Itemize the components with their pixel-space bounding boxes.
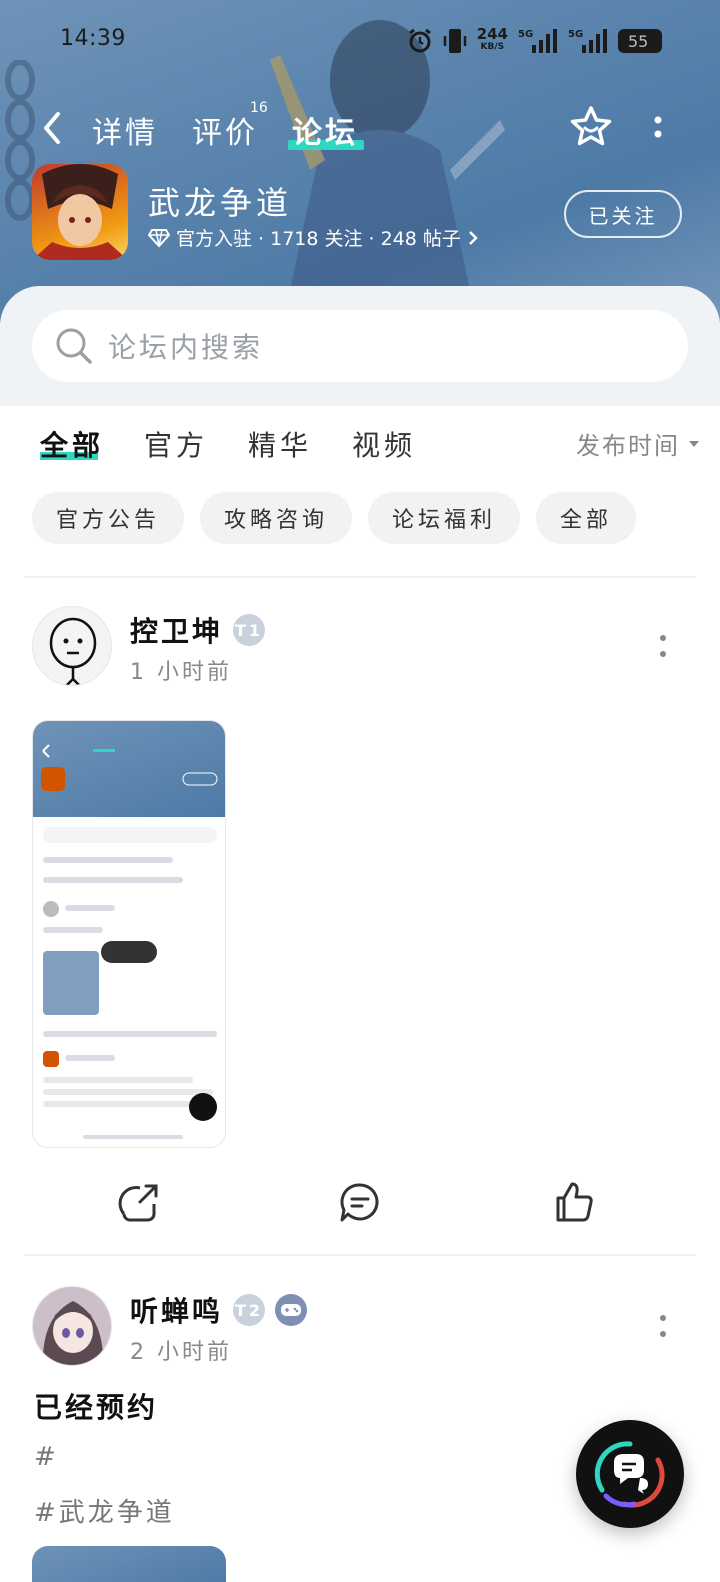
content-sheet: 论坛内搜索 全部 官方 精华 视频 发布时间 官方公告 攻略咨询 论坛福利 全部 (0, 286, 720, 1582)
forum-page: 14:39 244 KB/S 5G 5G 55 详情 评价 16 论坛 武龙争道… (0, 0, 720, 1582)
post-time: 1 小时前 (130, 660, 232, 685)
divider (24, 1254, 696, 1256)
mini-line (65, 1055, 115, 1061)
caret-down-icon (689, 440, 699, 447)
chip-all[interactable]: 全部 (536, 492, 637, 544)
back-arrow-icon[interactable] (38, 108, 66, 148)
post-topic-tag[interactable]: #武龙争道 (34, 1492, 175, 1529)
post-image-header (33, 721, 225, 817)
post-image-preview-art (41, 744, 218, 791)
mini-fab (189, 1093, 217, 1121)
svg-text:5G: 5G (568, 29, 583, 40)
chip-guide[interactable]: 攻略咨询 (200, 492, 353, 544)
user-avatar[interactable] (32, 1286, 112, 1366)
signal-5g-icon: 5G (518, 29, 557, 53)
post-more-icon[interactable] (658, 634, 668, 658)
gamepad-badge-icon (275, 1294, 308, 1326)
svg-text:5G: 5G (518, 29, 533, 40)
game-portrait-art (32, 164, 128, 260)
battery-icon: 55 (618, 29, 662, 53)
mini-avatar (43, 901, 59, 917)
filter-tab-video[interactable]: 视频 (352, 424, 416, 464)
mini-line (43, 1077, 193, 1083)
game-icon[interactable] (32, 164, 128, 260)
username-text: 控卫坤 (130, 615, 224, 648)
alarm-icon (408, 28, 431, 53)
stick-figure-avatar (49, 617, 97, 685)
review-count-badge: 16 (250, 100, 268, 116)
mini-toast (101, 941, 157, 963)
search-placeholder: 论坛内搜索 (108, 331, 264, 364)
category-chips: 官方公告 攻略咨询 论坛福利 全部 (32, 492, 637, 544)
net-speed: 244 KB/S (476, 25, 508, 53)
post-text: 已经预约 (34, 1391, 159, 1424)
post-actions (0, 1166, 720, 1246)
divider (24, 576, 696, 578)
top-nav: 详情 评价 16 论坛 (0, 100, 720, 156)
mini-tabs (43, 857, 173, 863)
status-icons: 244 KB/S 5G 5G 55 (407, 24, 662, 58)
username[interactable]: 听蝉鸣 T2 (130, 1290, 308, 1330)
chip-official-notice[interactable]: 官方公告 (32, 492, 185, 544)
game-meta[interactable]: 官方入驻 · 1718 关注 · 248 帖子 (148, 224, 479, 251)
filter-tab-all[interactable]: 全部 (40, 424, 104, 464)
status-time: 14:39 (60, 26, 126, 51)
signal-5g-icon-2: 5G (568, 29, 607, 53)
mini-image (43, 951, 99, 1015)
sort-dropdown[interactable]: 发布时间 (576, 426, 700, 461)
post-more-icon[interactable] (658, 1314, 668, 1338)
mini-line (43, 1089, 213, 1095)
chevron-right-icon (469, 230, 478, 245)
level-badge: T1 (233, 614, 266, 646)
mini-line (43, 927, 103, 933)
tab-forum[interactable]: 论坛 (292, 108, 358, 152)
tab-details[interactable]: 详情 (92, 108, 158, 152)
post-tag[interactable]: # (34, 1442, 59, 1472)
post-time: 2 小时前 (130, 1340, 232, 1365)
share-icon[interactable] (118, 1180, 162, 1224)
search-input[interactable]: 论坛内搜索 (32, 310, 688, 382)
status-bar: 14:39 244 KB/S 5G 5G 55 (0, 24, 720, 58)
anime-girl-avatar (33, 1287, 111, 1365)
mini-search (43, 827, 217, 843)
username-text: 听蝉鸣 (130, 1295, 224, 1328)
filter-tabs: 全部 官方 精华 视频 发布时间 (40, 416, 700, 472)
mini-line (65, 905, 115, 911)
filter-tab-official[interactable]: 官方 (144, 424, 208, 464)
mini-icon (43, 1051, 59, 1067)
tab-reviews[interactable]: 评价 (192, 108, 258, 152)
mini-chips (43, 877, 183, 883)
user-avatar[interactable] (32, 606, 112, 686)
more-vertical-icon[interactable] (648, 112, 668, 144)
mini-line (43, 1031, 217, 1037)
level-badge: T2 (233, 1294, 266, 1326)
like-icon[interactable] (552, 1180, 596, 1224)
filter-tab-featured[interactable]: 精华 (248, 424, 312, 464)
search-icon (56, 328, 92, 364)
game-name: 武龙争道 (148, 184, 293, 222)
chat-bubble-icon (594, 1441, 665, 1508)
search-area: 论坛内搜索 (0, 286, 720, 406)
follow-button[interactable]: 已关注 (564, 190, 682, 238)
mini-navbar (83, 1135, 183, 1139)
chat-fab-button[interactable] (576, 1420, 684, 1528)
mini-line (43, 1101, 203, 1107)
sort-label: 发布时间 (576, 432, 680, 460)
diamond-icon (148, 228, 170, 247)
post-image[interactable] (32, 720, 226, 1148)
post-image[interactable] (32, 1546, 226, 1582)
comment-icon[interactable] (338, 1180, 382, 1224)
chip-welfare[interactable]: 论坛福利 (368, 492, 521, 544)
game-info: 武龙争道 官方入驻 · 1718 关注 · 248 帖子 已关注 (32, 164, 688, 264)
vibrate-icon (443, 29, 466, 53)
favorite-star-icon[interactable] (568, 104, 614, 150)
username[interactable]: 控卫坤 T1 (130, 610, 266, 650)
game-meta-text: 官方入驻 · 1718 关注 · 248 帖子 (176, 228, 461, 250)
